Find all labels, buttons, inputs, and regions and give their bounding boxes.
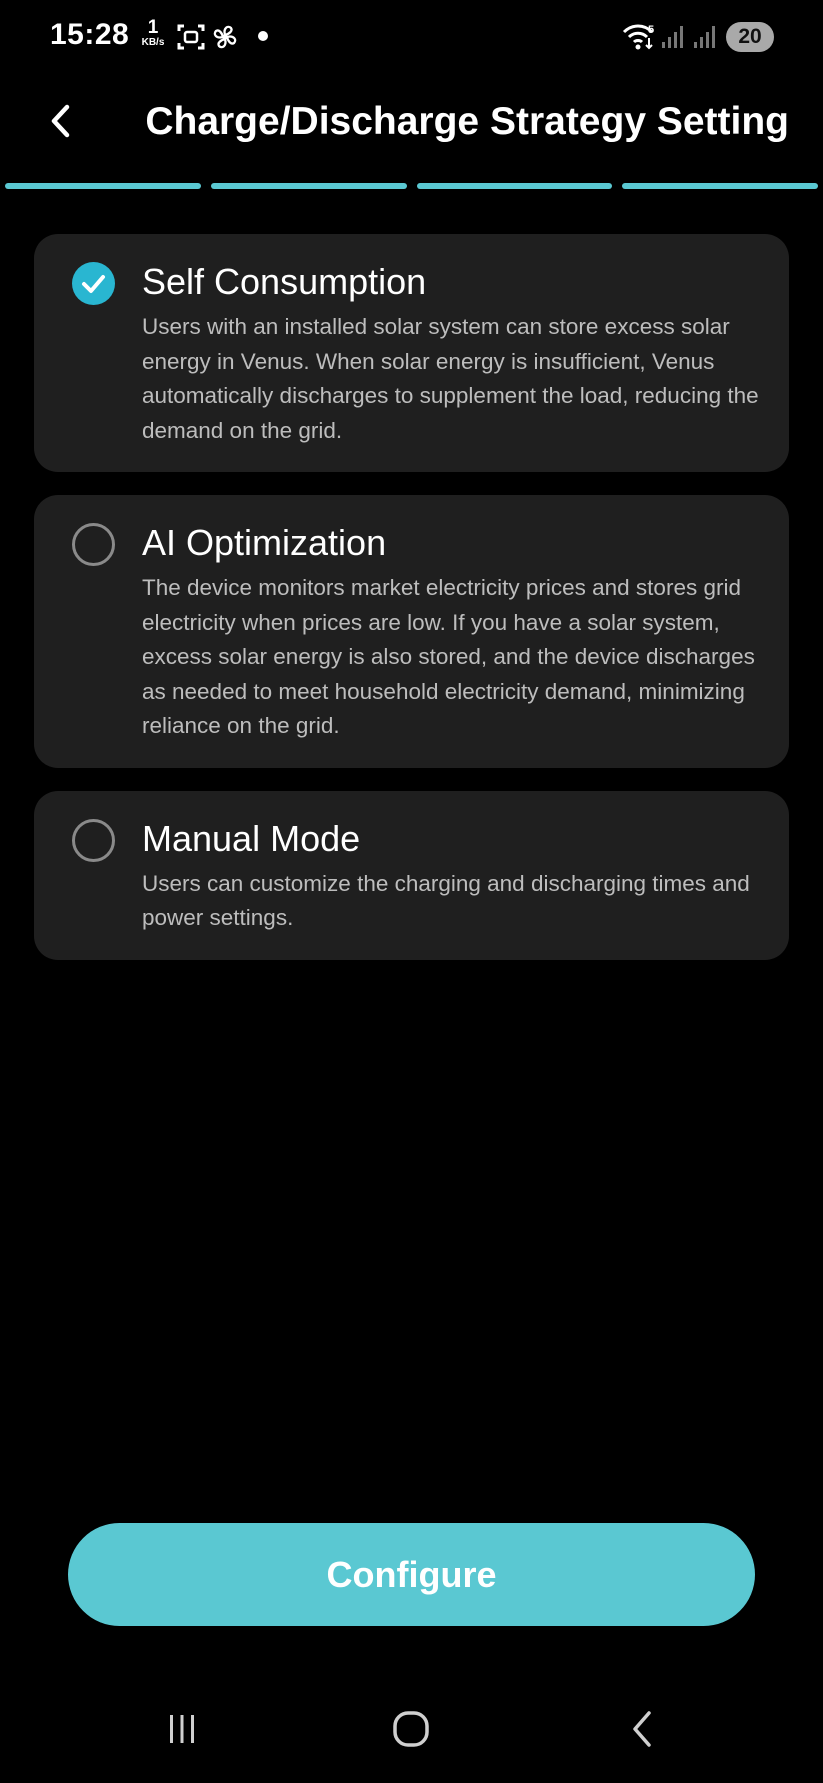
step-progress [5,183,818,189]
option-description: Users with an installed solar system can… [142,314,759,443]
recent-apps-icon [162,1711,202,1752]
back-icon [627,1709,657,1754]
wifi-icon: 5 [622,22,658,52]
progress-step [622,183,818,189]
unchecked-radio-icon[interactable] [72,523,115,566]
strategy-options: Self Consumption Users with an installed … [34,234,789,983]
progress-step [210,183,407,189]
status-time: 15:28 [50,18,130,51]
notification-dot-icon [258,31,268,41]
system-back-button[interactable] [617,1708,667,1754]
configure-button[interactable]: Configure [68,1523,755,1626]
chevron-left-icon [47,103,75,144]
navigation-bar [0,1700,823,1760]
header: Charge/Discharge Strategy Setting [0,80,823,165]
screenshot-icon [176,22,206,52]
fan-icon [210,22,240,52]
option-description: Users can customize the charging and dis… [142,870,750,931]
option-description: The device monitors market electricity p… [142,575,755,738]
network-speed-unit: KB/s [141,37,165,48]
progress-step [5,183,201,189]
unchecked-radio-icon[interactable] [72,818,115,862]
home-icon [391,1709,431,1754]
checked-radio-icon[interactable] [72,262,115,305]
strategy-option-card[interactable]: Manual Mode Users can customize the charg… [34,790,789,960]
option-title: Self Consumption [142,261,427,302]
network-speed: 1 KB/s [136,18,170,48]
signal-icon [692,22,718,52]
network-speed-value: 1 [147,17,159,38]
battery-level: 20 [726,22,774,52]
progress-step [416,183,613,189]
strategy-option-card[interactable]: AI Optimization The device monitors marke… [34,495,789,768]
strategy-option-card[interactable]: Self Consumption Users with an installed … [34,234,789,472]
signal-icon [660,22,686,52]
status-bar: 15:28 1 KB/s 5 20 [0,0,823,74]
option-title: Manual Mode [142,817,361,859]
option-title: AI Optimization [142,522,387,563]
recent-apps-button[interactable] [157,1708,207,1754]
page-title: Charge/Discharge Strategy Setting [145,100,789,143]
wifi-label: 5 [648,24,654,36]
back-button[interactable] [36,98,86,148]
home-button[interactable] [386,1708,436,1754]
